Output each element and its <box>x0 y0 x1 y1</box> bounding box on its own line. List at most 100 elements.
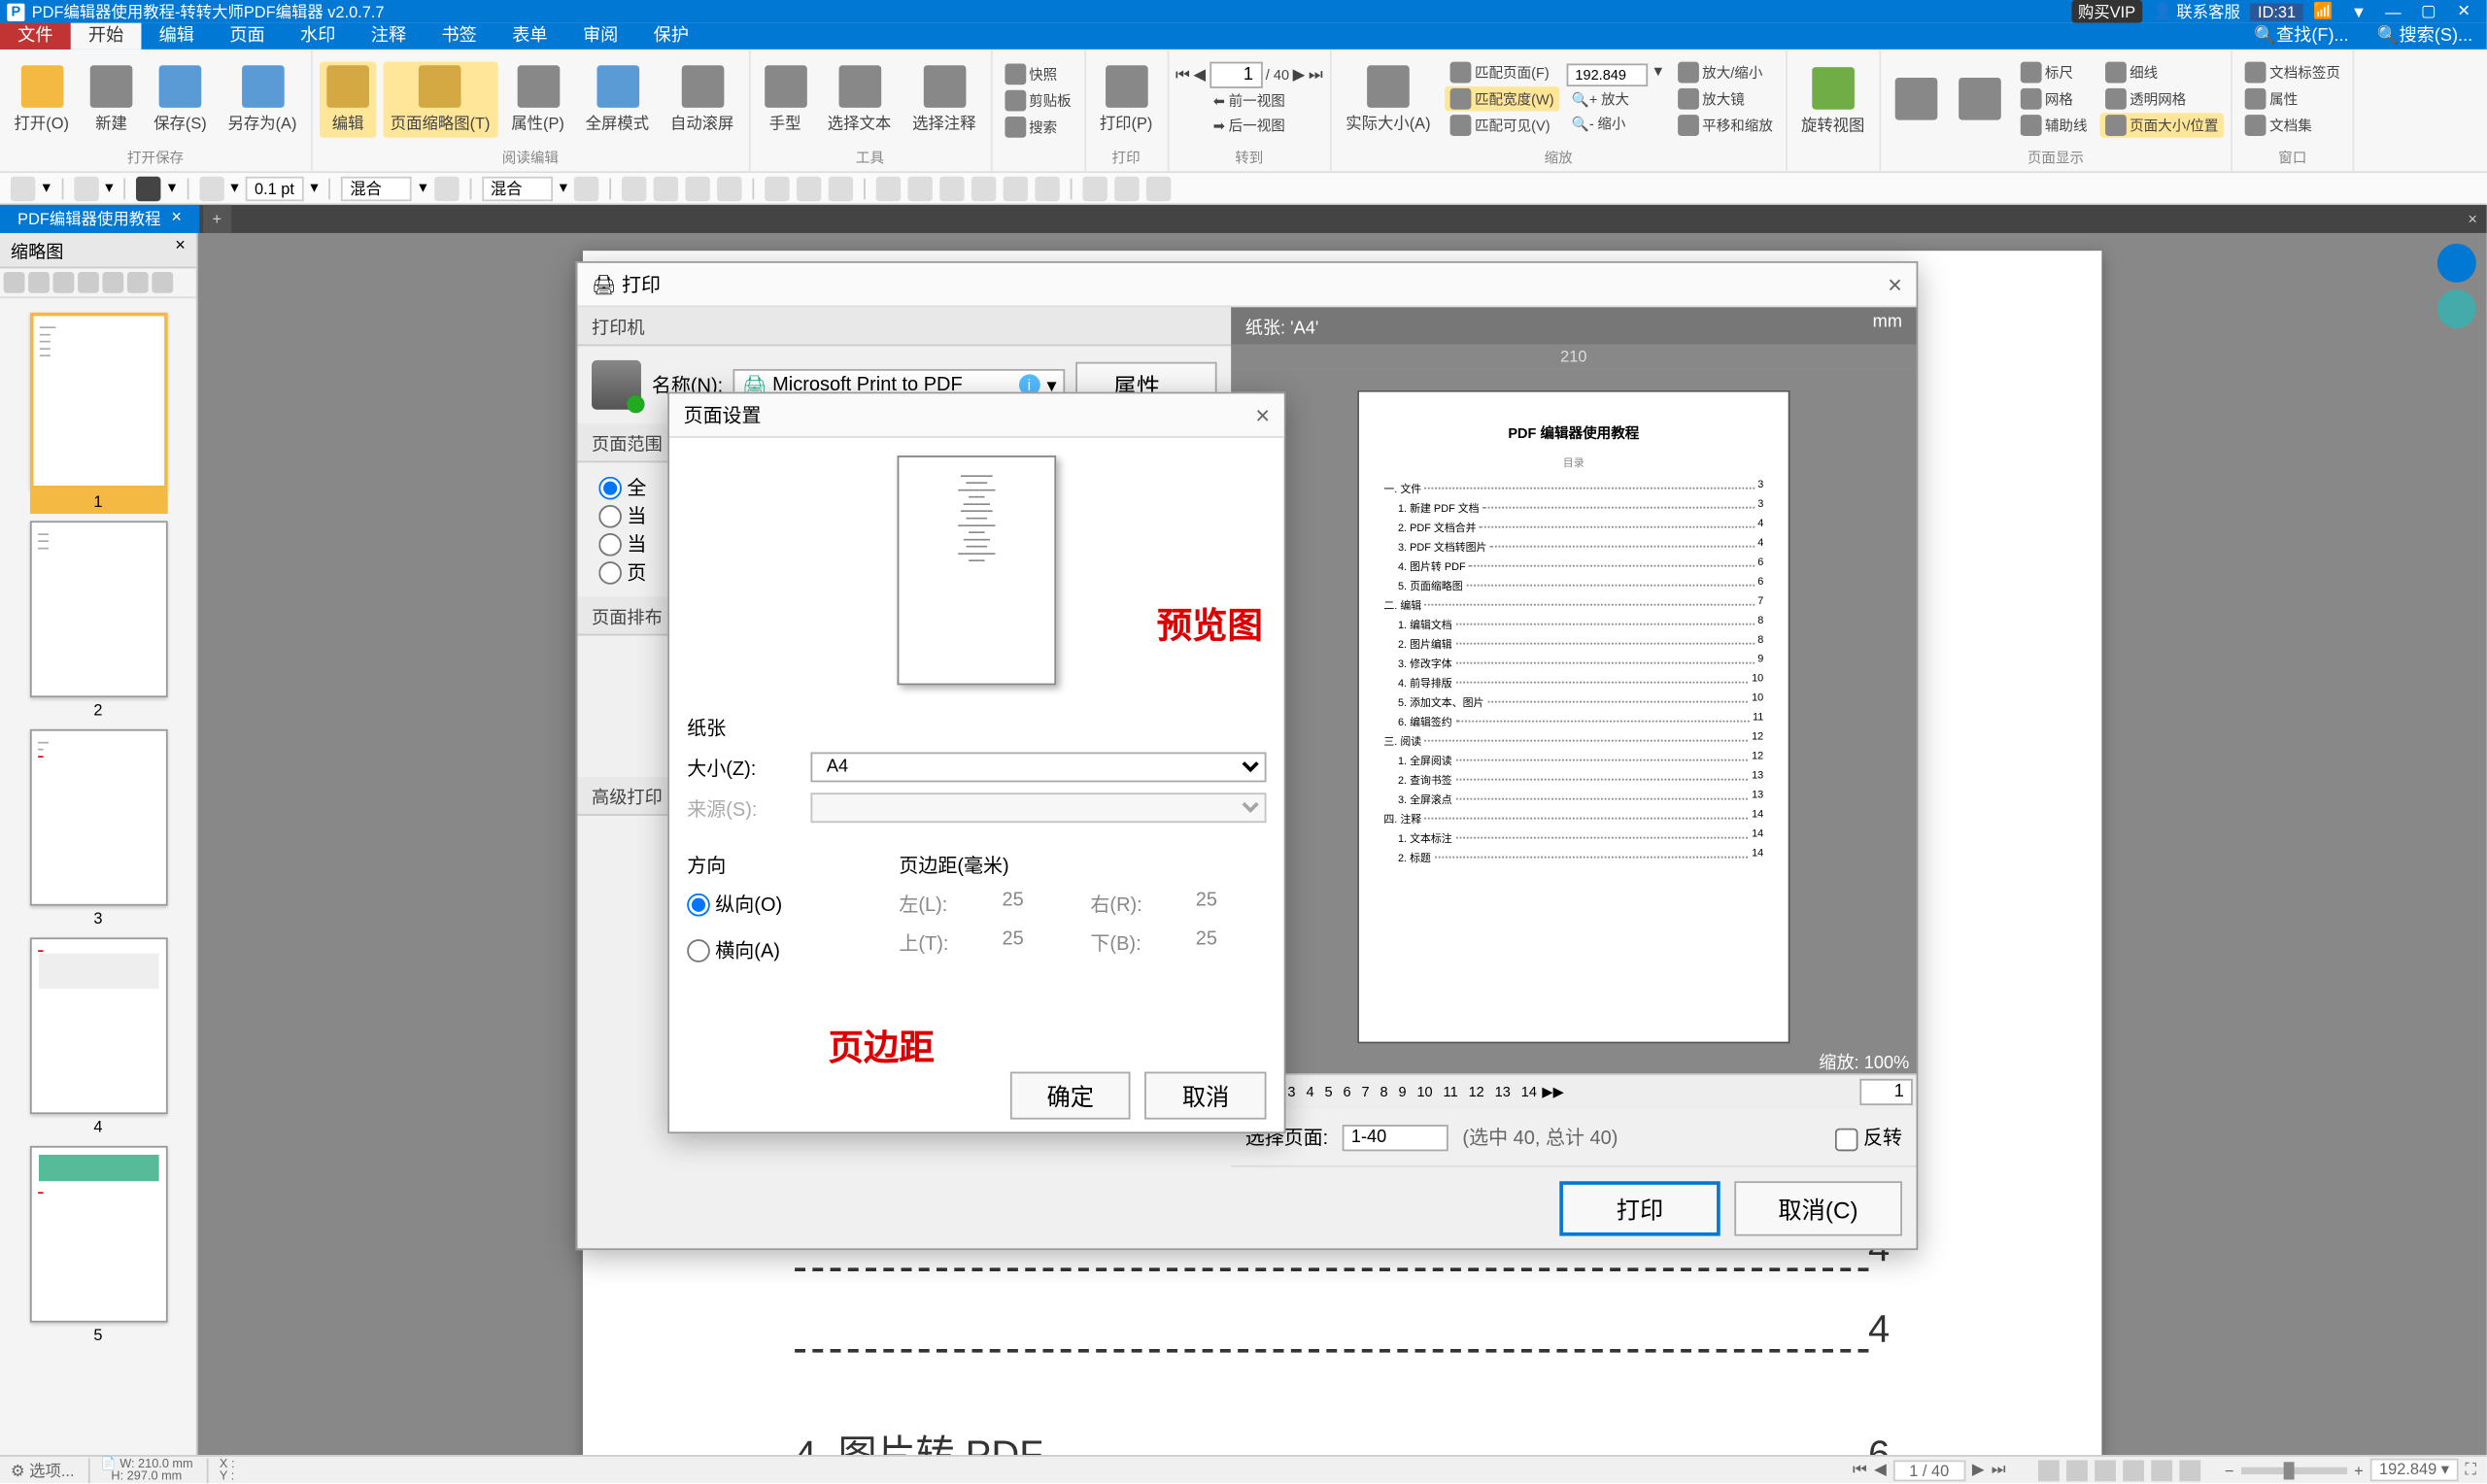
find-button[interactable]: 🔍查找(F)... <box>2240 23 2363 50</box>
status-zoom[interactable]: 192.849 ▾ <box>2370 1459 2458 1482</box>
tool-icon[interactable] <box>574 176 598 200</box>
float-tool-icon[interactable] <box>2437 244 2476 283</box>
float-tool-icon[interactable] <box>2437 289 2476 328</box>
maximize-button[interactable]: ▢ <box>2412 2 2444 21</box>
minimize-button[interactable]: — <box>2377 3 2409 20</box>
thumb-tool-icon[interactable] <box>127 272 149 293</box>
print-cancel-button[interactable]: 取消(C) <box>1734 1181 1902 1235</box>
select-comment-button[interactable]: 选择注释 <box>905 61 983 137</box>
tool-icon[interactable] <box>74 176 98 200</box>
thumb-tool-icon[interactable] <box>152 272 173 293</box>
rotate-view-button[interactable]: 旋转视图 <box>1794 63 1872 139</box>
new-button[interactable]: 新建 <box>83 61 139 137</box>
tool-icon[interactable] <box>908 176 933 200</box>
tool-icon[interactable] <box>1004 176 1028 200</box>
fit-page-button[interactable]: 匹配页面(F) <box>1445 60 1559 84</box>
tab-review[interactable]: 审阅 <box>565 23 636 50</box>
blend-select[interactable]: 混合 <box>341 176 412 200</box>
tab-protect[interactable]: 保护 <box>635 23 706 50</box>
tool-icon[interactable] <box>654 176 678 200</box>
reverse-check[interactable]: 反转 <box>1835 1123 1902 1151</box>
autoscroll-button[interactable]: 自动滚屏 <box>664 61 741 137</box>
thumb-tool-icon[interactable] <box>28 272 50 293</box>
buy-vip-button[interactable]: 购买VIP <box>2071 0 2143 23</box>
print-confirm-button[interactable]: 打印 <box>1560 1181 1720 1235</box>
zoom-out-icon[interactable]: − <box>2225 1461 2234 1478</box>
view-mode-icon[interactable] <box>2065 1460 2087 1481</box>
next-page-icon[interactable]: ▶ <box>1293 64 1306 84</box>
magnifier-button[interactable]: 放大镜 <box>1672 86 1778 111</box>
next-view-button[interactable]: ➡后一视图 <box>1208 114 1290 137</box>
first-page-icon[interactable]: ⏮ <box>1175 64 1190 84</box>
snapshot-button[interactable]: 快照 <box>999 62 1076 86</box>
zoom-in-button[interactable]: 🔍+放大 <box>1566 87 1665 111</box>
tab-page[interactable]: 页面 <box>212 23 283 50</box>
tool-icon[interactable] <box>622 176 646 200</box>
tool-icon[interactable] <box>686 176 710 200</box>
doctabs-button[interactable]: 文档标签页 <box>2239 60 2345 84</box>
tool-icon[interactable] <box>940 176 965 200</box>
range-current-radio[interactable] <box>598 504 622 527</box>
close-dialog-icon[interactable]: × <box>1255 401 1270 429</box>
close-all-button[interactable]: × <box>2459 205 2487 233</box>
fit-visible-button[interactable]: 匹配可见(V) <box>1445 113 1559 137</box>
select-pages-input[interactable] <box>1343 1124 1448 1150</box>
grid-button[interactable]: 网格 <box>2015 86 2093 111</box>
zoom-in-icon[interactable]: + <box>2354 1461 2364 1478</box>
actual-size-button[interactable]: 实际大小(A) <box>1339 61 1438 137</box>
edit-mode-button[interactable]: 编辑 <box>320 61 376 137</box>
tab-bookmark[interactable]: 书签 <box>424 23 494 50</box>
tab-comment[interactable]: 注释 <box>354 23 425 50</box>
guides-button[interactable]: 辅助线 <box>2015 113 2093 137</box>
tab-file[interactable]: 文件 <box>0 23 71 50</box>
tool-icon[interactable] <box>1115 176 1140 200</box>
print-button[interactable]: 打印(P) <box>1093 61 1160 137</box>
view-mode-icon[interactable] <box>2151 1460 2172 1481</box>
zoom-inout-button[interactable]: 放大/缩小 <box>1672 60 1778 84</box>
page-input[interactable] <box>1209 61 1263 87</box>
layout-icon-2[interactable] <box>1952 74 2008 123</box>
save-button[interactable]: 保存(S) <box>147 61 214 137</box>
line-width-select[interactable]: 0.1 pt <box>246 176 303 200</box>
range-pages-radio[interactable] <box>598 560 622 584</box>
preview-page-input[interactable] <box>1859 1079 1913 1105</box>
layout-icon[interactable] <box>1888 74 1944 123</box>
range-all-radio[interactable] <box>598 476 622 499</box>
prev-page-icon[interactable]: ◀ <box>1193 64 1206 84</box>
add-tab-button[interactable]: + <box>203 205 231 233</box>
close-tab-icon[interactable]: × <box>171 205 182 233</box>
dropdown-icon[interactable]: ▼ <box>2344 3 2374 20</box>
tool-icon[interactable] <box>1036 176 1060 200</box>
tab-edit[interactable]: 编辑 <box>141 23 212 50</box>
zoom-out-button[interactable]: 🔍-缩小 <box>1566 112 1665 135</box>
zoom-input[interactable] <box>1566 63 1648 86</box>
tool-icon[interactable] <box>1146 176 1171 200</box>
preview-page-ruler[interactable]: ◀ 1234567891011121314 ▶▶ <box>1231 1073 1916 1108</box>
color-swatch[interactable] <box>136 176 160 200</box>
clipboard-button[interactable]: 剪贴板 <box>999 88 1076 113</box>
tool-icon[interactable] <box>876 176 901 200</box>
thinline-button[interactable]: 细线 <box>2099 60 2224 84</box>
thumbnails-button[interactable]: 页面缩略图(T) <box>384 61 497 137</box>
prev-view-button[interactable]: ⬅前一视图 <box>1208 89 1290 113</box>
thumb-tool-icon[interactable] <box>53 272 75 293</box>
search-tool-button[interactable]: 搜索 <box>999 115 1076 139</box>
fullscreen-button[interactable]: 全屏模式 <box>578 61 656 137</box>
tool-icon[interactable] <box>199 176 223 200</box>
portrait-radio[interactable] <box>687 893 710 916</box>
saveas-button[interactable]: 另存为(A) <box>221 61 303 137</box>
search-button[interactable]: 🔍搜索(S)... <box>2363 23 2486 50</box>
zoom-slider[interactable] <box>2241 1467 2347 1473</box>
pan-zoom-button[interactable]: 平移和缩放 <box>1672 113 1778 137</box>
select-text-button[interactable]: 选择文本 <box>821 61 899 137</box>
tool-icon[interactable] <box>11 176 35 200</box>
fit-width-button[interactable]: 匹配宽度(W) <box>1445 86 1559 111</box>
view-mode-icon[interactable] <box>2037 1460 2059 1481</box>
tab-watermark[interactable]: 水印 <box>283 23 354 50</box>
view-mode-icon[interactable] <box>2122 1460 2143 1481</box>
range-view-radio[interactable] <box>598 532 622 556</box>
tool-icon[interactable] <box>434 176 459 200</box>
thumbnail-page[interactable]: ▬▬▬▬▬▬2 <box>29 521 167 722</box>
source-select[interactable] <box>810 793 1266 823</box>
pagesize-button[interactable]: 页面大小/位置 <box>2099 113 2224 137</box>
